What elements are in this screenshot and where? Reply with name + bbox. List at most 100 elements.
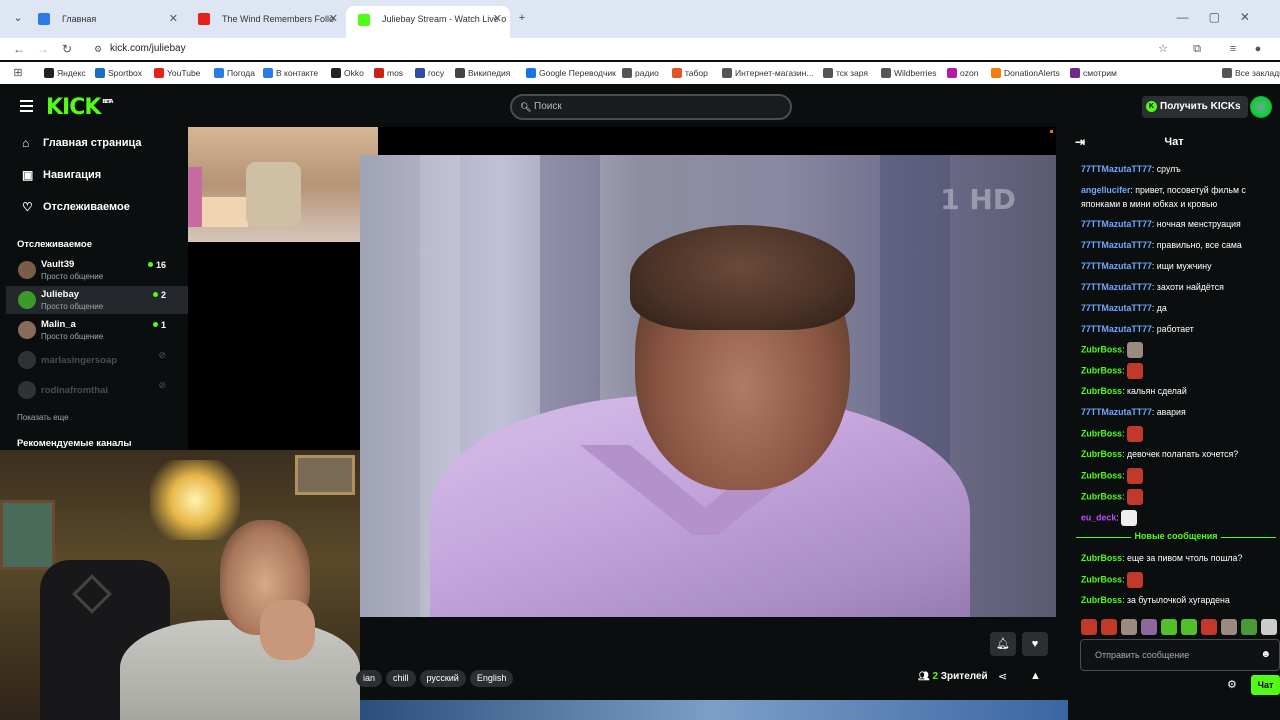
browser-tab-1[interactable]: Главная ✕ [26, 8, 186, 30]
window-controls[interactable]: —▢✕ [1177, 10, 1270, 24]
gear-icon[interactable]: ⚙ [1227, 678, 1237, 691]
chat-username[interactable]: ZubrBoss [1081, 574, 1122, 584]
emote-picker-icon[interactable] [1141, 619, 1157, 635]
tag[interactable]: русский [419, 670, 466, 687]
chat-username[interactable]: 77TTMazutaTT77 [1081, 240, 1152, 250]
chat-username[interactable]: 77TTMazutaTT77 [1081, 407, 1152, 417]
reload-icon[interactable]: ↻ [58, 40, 76, 58]
bookmark-item[interactable]: радио [622, 66, 659, 80]
sidebar-channel-rodinafromthai[interactable]: rodinafromthai ⊘ [6, 376, 188, 404]
tag[interactable]: ian [356, 670, 383, 687]
bookmark-item[interactable]: табор [672, 66, 708, 80]
follow-button[interactable]: ♥ [1022, 632, 1048, 656]
sidebar-channel-malin_a[interactable]: Malin_a Просто общение 1 [6, 316, 188, 344]
show-more-link[interactable]: Показать еще [17, 413, 69, 422]
bookmark-item[interactable]: Google Переводчик [526, 66, 616, 80]
bookmark-item[interactable]: mos [374, 66, 403, 80]
sidebar-item-following[interactable]: ♡ Отслеживаемое [6, 195, 188, 219]
bookmark-label: Википедия [468, 68, 511, 78]
chat-username[interactable]: ZubrBoss [1081, 491, 1122, 501]
bookmark-item[interactable]: ozon [947, 66, 978, 80]
bookmark-item[interactable]: Википедия [455, 66, 510, 80]
chat-username[interactable]: ZubrBoss [1081, 428, 1122, 438]
emoji-icon[interactable]: ☻ [1260, 640, 1271, 670]
bookmark-item[interactable]: тск заря [823, 66, 868, 80]
channel-category: Просто общение [41, 332, 104, 341]
sidebar-item-home[interactable]: ⌂ Главная страница [6, 131, 188, 155]
back-icon[interactable]: ← [10, 40, 28, 58]
emote-picker-icon[interactable] [1261, 619, 1277, 635]
emote-picker-icon[interactable] [1161, 619, 1177, 635]
bookmark-item[interactable]: YouTube [154, 66, 200, 80]
sidebar-item-browse[interactable]: ▣ Навигация [6, 163, 188, 187]
user-avatar[interactable] [1250, 96, 1272, 118]
chat-username[interactable]: 77TTMazutaTT77 [1081, 261, 1152, 271]
report-icon[interactable]: ▲ [1030, 670, 1041, 682]
emote-picker-icon[interactable] [1121, 619, 1137, 635]
chat-message: ZubrBoss: [1081, 426, 1277, 442]
extensions-icon[interactable]: ⧉ [1189, 40, 1205, 58]
chat-username[interactable]: 77TTMazutaTT77 [1081, 303, 1152, 313]
bookmark-item[interactable]: DonationAlerts [991, 66, 1060, 80]
emote-picker-icon[interactable] [1101, 619, 1117, 635]
close-tab-icon[interactable]: ✕ [329, 8, 338, 30]
profile-icon[interactable]: ● [1250, 40, 1266, 58]
bookmark-item[interactable]: Погода [214, 66, 255, 80]
get-kicks-button[interactable]: K Получить KICKs [1142, 96, 1248, 118]
bookmark-item[interactable]: Okko [331, 66, 364, 80]
share-icon[interactable]: ⋖ [998, 670, 1007, 683]
chat-username[interactable]: 77TTMazutaTT77 [1081, 324, 1152, 334]
bookmark-item[interactable]: Яндекс [44, 66, 86, 80]
browser-tab-2[interactable]: The Wind Remembers Follo ✕ [186, 8, 346, 30]
menu-icon[interactable] [20, 100, 33, 112]
chat-username[interactable]: ZubrBoss [1081, 365, 1122, 375]
tab-search-icon[interactable]: ⌄ [8, 8, 28, 28]
chat-username[interactable]: ZubrBoss [1081, 553, 1122, 563]
sidebar-channel-juliebay[interactable]: Juliebay Просто общение 2 [6, 286, 188, 314]
sidebar-channel-vault39[interactable]: Vault39 Просто общение 16 [6, 256, 188, 284]
browser-tab-3[interactable]: Juliebay Stream - Watch Live o ✕ [346, 6, 510, 38]
secondary-camera-view [188, 127, 378, 242]
emote-picker-icon[interactable] [1201, 619, 1217, 635]
chat-username[interactable]: 77TTMazutaTT77 [1081, 282, 1152, 292]
chat-username[interactable]: eu_deck [1081, 512, 1116, 522]
chat-username[interactable]: ZubrBoss [1081, 344, 1122, 354]
bookmark-item[interactable]: Интернет-магазин... [722, 66, 813, 80]
search-input[interactable]: 🔍︎ Поиск [510, 94, 792, 120]
kick-logo[interactable]: KICK BETA [46, 95, 113, 120]
media-icon[interactable]: ≡ [1225, 40, 1241, 58]
chat-username[interactable]: ZubrBoss [1081, 470, 1122, 480]
emote-picker-icon[interactable] [1241, 619, 1257, 635]
site-info-icon[interactable]: ⚙ [94, 40, 102, 58]
bookmark-star-icon[interactable]: ☆ [1155, 40, 1171, 58]
tag[interactable]: English [469, 670, 514, 687]
bookmark-item[interactable]: Wildberries [881, 66, 937, 80]
bookmark-item[interactable]: Sportbox [95, 66, 142, 80]
emote-picker-icon[interactable] [1221, 619, 1237, 635]
chat-username[interactable]: ZubrBoss [1081, 595, 1122, 605]
url-field[interactable]: ⚙ kick.com/juliebay [88, 40, 1168, 58]
logo-text: KICK [46, 95, 101, 120]
emote-picker-icon[interactable] [1081, 619, 1097, 635]
bookmark-item[interactable]: В контакте [263, 66, 318, 80]
chat-username[interactable]: ZubrBoss [1081, 449, 1122, 459]
tag[interactable]: chill [386, 670, 416, 687]
chat-username[interactable]: angellucifer [1081, 185, 1130, 195]
sidebar-channel-marlasingersoap[interactable]: marlasingersoap ⊘ [6, 346, 188, 374]
bookmark-item[interactable]: смотрим [1070, 66, 1117, 80]
bookmark-item[interactable]: госу [415, 66, 444, 80]
chat-username[interactable]: ZubrBoss [1081, 386, 1122, 396]
emote-picker-icon[interactable] [1181, 619, 1197, 635]
send-chat-button[interactable]: Чат [1251, 675, 1280, 695]
apps-grid-icon[interactable]: ⊞ [10, 64, 26, 82]
chat-username[interactable]: 77TTMazutaTT77 [1081, 219, 1152, 229]
notifications-button[interactable]: 🔔︎ [990, 632, 1016, 656]
close-tab-icon[interactable]: ✕ [493, 6, 502, 32]
bookmark-item[interactable]: Все закладки [1222, 66, 1280, 80]
forward-icon[interactable]: → [34, 40, 52, 58]
close-tab-icon[interactable]: ✕ [169, 8, 178, 30]
collapse-chat-icon[interactable]: ⇥ [1075, 127, 1085, 157]
chat-input[interactable]: Отправить сообщение ☻ [1080, 639, 1280, 671]
new-tab-button[interactable]: + [512, 8, 532, 28]
chat-username[interactable]: 77TTMazutaTT77 [1081, 164, 1152, 174]
